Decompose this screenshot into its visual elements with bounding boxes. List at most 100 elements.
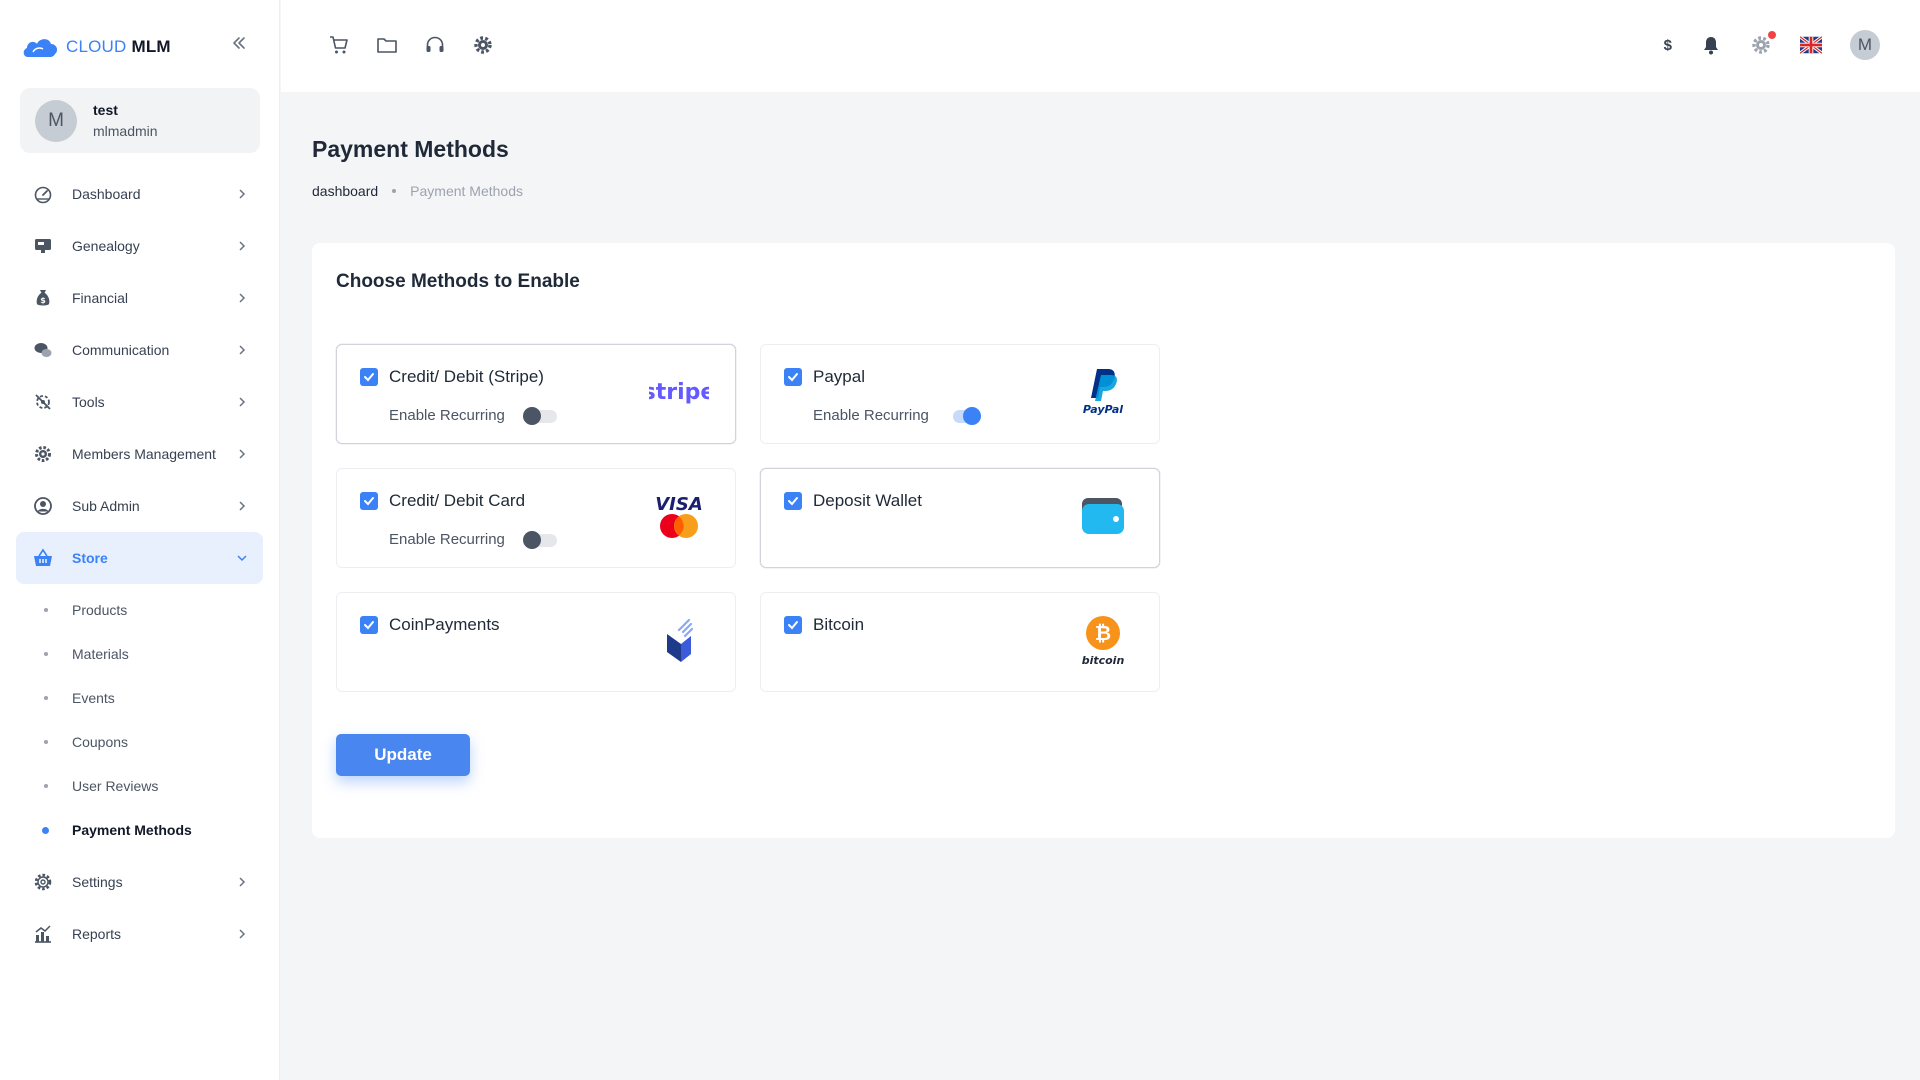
breadcrumb-home-link[interactable]: dashboard <box>312 183 378 199</box>
collapse-sidebar-button[interactable] <box>228 32 250 54</box>
sidebar-item-label: Financial <box>72 290 129 306</box>
sidebar-item-label: Reports <box>72 926 122 942</box>
sidebar-item-sub-admin[interactable]: Sub Admin <box>16 480 263 532</box>
sidebar-item-label: Settings <box>72 874 123 890</box>
check-icon <box>788 621 798 630</box>
bitcoin-logo-icon: ₿ bitcoin <box>1073 613 1133 667</box>
uk-flag-icon[interactable] <box>1800 34 1822 56</box>
sidebar-item-genealogy[interactable]: Genealogy <box>16 220 263 272</box>
submenu-item-user-reviews[interactable]: User Reviews <box>42 764 263 808</box>
avatar: M <box>35 99 77 142</box>
wallet-icon <box>1073 489 1133 543</box>
sidebar-item-reports[interactable]: Reports <box>16 908 263 960</box>
sidebar-nav: Dashboard Genealogy $ Financial Communic… <box>16 168 263 960</box>
sidebar-item-label: Tools <box>72 394 105 410</box>
submenu-item-events[interactable]: Events <box>42 676 263 720</box>
chevron-right-icon <box>235 447 249 461</box>
check-icon <box>788 373 798 382</box>
user-role: mlmadmin <box>93 123 158 139</box>
method-paypal[interactable]: Paypal Enable Recurring PayPal <box>760 344 1160 444</box>
sidebar-item-members-management[interactable]: Members Management <box>16 428 263 480</box>
avatar[interactable]: M <box>1850 30 1880 60</box>
gear-icon[interactable] <box>472 34 494 56</box>
submenu-item-payment-methods[interactable]: Payment Methods <box>42 808 263 852</box>
chevron-right-icon <box>235 239 249 253</box>
basket-icon <box>32 547 54 569</box>
bitcoin-checkbox[interactable] <box>784 616 802 634</box>
card-title: Choose Methods to Enable <box>336 271 580 292</box>
sidebar-item-store[interactable]: Store <box>16 532 263 584</box>
sidebar-item-communication[interactable]: Communication <box>16 324 263 376</box>
monitor-icon <box>32 235 54 257</box>
cart-icon[interactable] <box>328 34 350 56</box>
sidebar-item-settings[interactable]: Settings <box>16 856 263 908</box>
bell-icon[interactable] <box>1700 34 1722 56</box>
sidebar-item-label: Members Management <box>72 446 216 462</box>
coinpayments-logo-icon <box>649 613 709 667</box>
brand-logo[interactable]: CLOUD MLM <box>22 30 171 64</box>
stripe-checkbox[interactable] <box>360 368 378 386</box>
method-coinpayments[interactable]: CoinPayments <box>336 592 736 692</box>
sidebar-item-label: Store <box>72 550 108 566</box>
svg-text:₿: ₿ <box>1095 621 1111 645</box>
sidebar-item-label: Genealogy <box>72 238 140 254</box>
bullet-dot <box>44 696 48 700</box>
method-name: Bitcoin <box>813 615 865 634</box>
paypal-logo-icon: PayPal <box>1073 365 1133 419</box>
check-icon <box>788 497 798 506</box>
method-name: Deposit Wallet <box>813 491 922 510</box>
recurring-label: Enable Recurring <box>813 407 929 424</box>
method-deposit-wallet[interactable]: Deposit Wallet <box>760 468 1160 568</box>
user-circle-icon <box>32 495 54 517</box>
wallet-checkbox[interactable] <box>784 492 802 510</box>
sidebar-item-dashboard[interactable]: Dashboard <box>16 168 263 220</box>
chat-bubbles-icon <box>32 339 54 361</box>
double-chevron-left-icon <box>233 37 245 49</box>
svg-text:$: $ <box>40 296 46 305</box>
method-credit-debit-card[interactable]: Credit/ Debit Card Enable Recurring VISA <box>336 468 736 568</box>
update-button[interactable]: Update <box>336 734 470 776</box>
method-name: CoinPayments <box>389 615 500 634</box>
logo-text: bitcoin <box>1082 654 1125 666</box>
sidebar-item-label: Dashboard <box>72 186 141 202</box>
submenu-item-coupons[interactable]: Coupons <box>42 720 263 764</box>
method-name: Credit/ Debit (Stripe) <box>389 367 544 386</box>
submenu-label: Products <box>72 602 128 618</box>
sidebar-item-label: Sub Admin <box>72 498 140 514</box>
sidebar-item-tools[interactable]: Tools <box>16 376 263 428</box>
chevron-right-icon <box>235 187 249 201</box>
coinpayments-checkbox[interactable] <box>360 616 378 634</box>
method-stripe[interactable]: Credit/ Debit (Stripe) Enable Recurring … <box>336 344 736 444</box>
cog-icon <box>32 443 54 465</box>
bullet-dot <box>44 608 48 612</box>
chevron-down-icon <box>235 551 249 565</box>
card-checkbox[interactable] <box>360 492 378 510</box>
headset-icon[interactable] <box>424 34 446 56</box>
sidebar-item-label: Communication <box>72 342 170 358</box>
visa-mastercard-logo-icon: VISA <box>649 489 709 543</box>
folder-icon[interactable] <box>376 34 398 56</box>
paypal-recurring-toggle[interactable] <box>947 407 983 425</box>
submenu-item-products[interactable]: Products <box>42 588 263 632</box>
breadcrumb-separator <box>392 189 397 193</box>
settings-notification-icon[interactable] <box>1750 31 1776 56</box>
bullet-dot <box>42 826 49 834</box>
stripe-recurring-toggle[interactable] <box>523 407 559 425</box>
topbar: $ M <box>281 0 1920 92</box>
chevron-right-icon <box>235 343 249 357</box>
method-name: Credit/ Debit Card <box>389 491 526 510</box>
chevron-right-icon <box>235 927 249 941</box>
chevron-right-icon <box>235 291 249 305</box>
sidebar-item-financial[interactable]: $ Financial <box>16 272 263 324</box>
check-icon <box>364 621 374 630</box>
method-bitcoin[interactable]: Bitcoin ₿ bitcoin <box>760 592 1160 692</box>
sidebar: CLOUD MLM M test mlmadmin Dashboard Gene… <box>0 0 280 1080</box>
method-name: Paypal <box>813 367 865 386</box>
currency-button[interactable]: $ <box>1664 37 1672 54</box>
recurring-label: Enable Recurring <box>389 407 505 424</box>
user-card[interactable]: M test mlmadmin <box>20 88 260 153</box>
submenu-item-materials[interactable]: Materials <box>42 632 263 676</box>
card-recurring-toggle[interactable] <box>523 531 559 549</box>
bullet-dot <box>44 652 48 656</box>
paypal-checkbox[interactable] <box>784 368 802 386</box>
